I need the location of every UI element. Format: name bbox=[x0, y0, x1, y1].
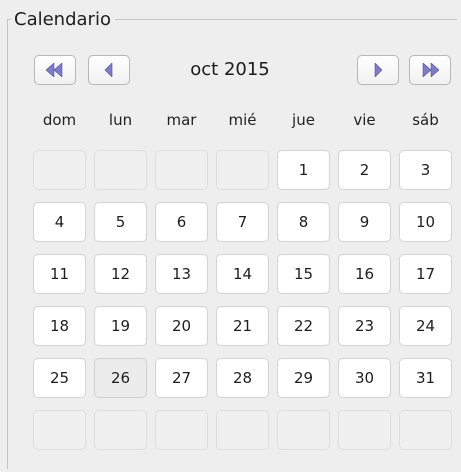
day-button[interactable]: 8 bbox=[277, 202, 330, 242]
empty-day-cell bbox=[338, 410, 391, 450]
weekday-header: jue bbox=[292, 111, 315, 129]
prev-month-button[interactable] bbox=[88, 55, 130, 85]
day-button[interactable]: 19 bbox=[94, 306, 147, 346]
day-button[interactable]: 17 bbox=[399, 254, 452, 294]
day-button[interactable]: 11 bbox=[33, 254, 86, 294]
day-button[interactable]: 21 bbox=[216, 306, 269, 346]
next-year-button[interactable] bbox=[409, 55, 451, 85]
day-button[interactable]: 13 bbox=[155, 254, 208, 294]
weekday-header: dom bbox=[42, 111, 77, 129]
day-button[interactable]: 12 bbox=[94, 254, 147, 294]
calendar-title: Calendario bbox=[11, 8, 115, 32]
left-arrow-icon bbox=[104, 63, 113, 77]
calendar-panel bbox=[7, 19, 457, 469]
empty-day-cell bbox=[155, 410, 208, 450]
day-button[interactable]: 2 bbox=[338, 150, 391, 190]
day-button[interactable]: 4 bbox=[33, 202, 86, 242]
right-arrow-icon bbox=[374, 63, 383, 77]
day-button[interactable]: 29 bbox=[277, 358, 330, 398]
weekday-header: vie bbox=[353, 111, 376, 129]
empty-day-cell bbox=[33, 150, 86, 190]
day-button[interactable]: 16 bbox=[338, 254, 391, 294]
weekday-header: mar bbox=[166, 111, 197, 129]
day-button[interactable]: 6 bbox=[155, 202, 208, 242]
day-button[interactable]: 10 bbox=[399, 202, 452, 242]
day-button[interactable]: 30 bbox=[338, 358, 391, 398]
day-button[interactable]: 5 bbox=[94, 202, 147, 242]
empty-day-cell bbox=[94, 410, 147, 450]
weekday-header: sáb bbox=[412, 111, 439, 129]
day-button[interactable]: 28 bbox=[216, 358, 269, 398]
day-button[interactable]: 15 bbox=[277, 254, 330, 294]
day-button[interactable]: 1 bbox=[277, 150, 330, 190]
empty-day-cell bbox=[216, 410, 269, 450]
day-button[interactable]: 25 bbox=[33, 358, 86, 398]
month-label: oct 2015 bbox=[190, 59, 270, 80]
day-button[interactable]: 9 bbox=[338, 202, 391, 242]
day-button[interactable]: 26 bbox=[94, 358, 147, 398]
day-button[interactable]: 27 bbox=[155, 358, 208, 398]
empty-day-cell bbox=[216, 150, 269, 190]
day-button[interactable]: 31 bbox=[399, 358, 452, 398]
day-button[interactable]: 7 bbox=[216, 202, 269, 242]
day-button[interactable]: 14 bbox=[216, 254, 269, 294]
day-button[interactable]: 20 bbox=[155, 306, 208, 346]
day-button[interactable]: 23 bbox=[338, 306, 391, 346]
weekday-header: lun bbox=[108, 111, 133, 129]
empty-day-cell bbox=[33, 410, 86, 450]
empty-day-cell bbox=[277, 410, 330, 450]
prev-year-button[interactable] bbox=[34, 55, 76, 85]
next-month-button[interactable] bbox=[357, 55, 399, 85]
double-left-arrow-icon bbox=[46, 63, 63, 77]
day-button[interactable]: 3 bbox=[399, 150, 452, 190]
empty-day-cell bbox=[399, 410, 452, 450]
empty-day-cell bbox=[94, 150, 147, 190]
weekday-header: mié bbox=[228, 111, 257, 129]
day-button[interactable]: 18 bbox=[33, 306, 86, 346]
empty-day-cell bbox=[155, 150, 208, 190]
double-right-arrow-icon bbox=[422, 63, 439, 77]
day-button[interactable]: 22 bbox=[277, 306, 330, 346]
day-button[interactable]: 24 bbox=[399, 306, 452, 346]
